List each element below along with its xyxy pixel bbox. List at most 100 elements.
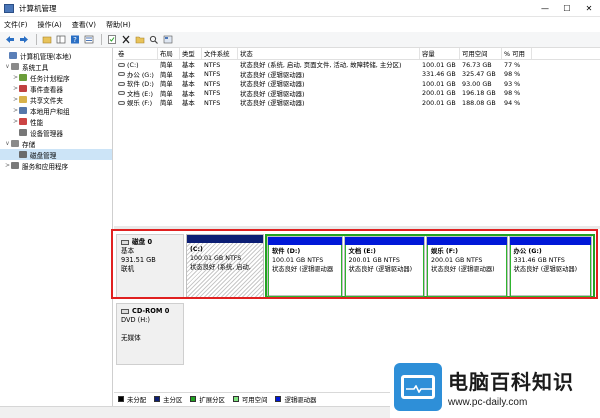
show-tree-icon[interactable] xyxy=(55,34,66,45)
column-header-type[interactable]: 类型 xyxy=(180,48,202,59)
partition-status: 状态良好 (逻辑驱动器) xyxy=(348,266,413,273)
help-icon[interactable]: ? xyxy=(69,34,80,45)
toolbar: ? xyxy=(0,32,600,48)
menu-view[interactable]: 查看(V) xyxy=(72,20,96,30)
partition-name: 文档 (E:) xyxy=(348,248,376,255)
column-header-status[interactable]: 状态 xyxy=(238,48,420,59)
device-manager-icon xyxy=(19,129,27,136)
forward-icon[interactable] xyxy=(18,34,29,45)
column-header-filesystem[interactable]: 文件系统 xyxy=(202,48,238,59)
menu-help[interactable]: 帮助(H) xyxy=(106,20,131,30)
column-header-capacity[interactable]: 容量 xyxy=(420,48,460,59)
disk-0-label[interactable]: 磁盘 0 基本 931.51 GB 联机 xyxy=(116,234,184,298)
expand-arrow-icon[interactable]: > xyxy=(12,85,19,92)
delete-icon[interactable] xyxy=(120,34,131,45)
expand-arrow-icon[interactable]: > xyxy=(4,162,11,169)
legend-label: 未分配 xyxy=(127,395,147,404)
tree-item-storage[interactable]: ∨ 存储 xyxy=(0,138,112,149)
volume-name: (C:) xyxy=(127,60,139,69)
partition-name: 软件 (D:) xyxy=(272,248,301,255)
table-row[interactable]: 办公 (G:) 简单 基本 NTFS 状态良好 (逻辑驱动器) 331.46 G… xyxy=(116,70,600,80)
up-folder-icon[interactable] xyxy=(41,34,52,45)
cdrom-0-label[interactable]: CD-ROM 0 DVD (H:) 无媒体 xyxy=(116,303,184,365)
capacity-cell: 100.01 GB xyxy=(422,79,456,88)
layout-cell: 简单 xyxy=(160,70,173,79)
expand-arrow-icon[interactable]: > xyxy=(12,74,19,81)
tree-item-event-viewer[interactable]: > 事件查看器 xyxy=(0,83,112,94)
services-icon xyxy=(11,162,19,169)
performance-icon xyxy=(19,118,27,125)
disk-0-partitions: (C:) 100.01 GB NTFS 状态良好 (系统, 启动, 软件 (D:… xyxy=(186,234,596,298)
shared-folder-icon xyxy=(19,96,27,103)
table-row[interactable]: 文档 (E:) 简单 基本 NTFS 状态良好 (逻辑驱动器) 200.01 G… xyxy=(116,89,600,99)
legend-label: 可用空间 xyxy=(241,395,268,404)
tree-item-local-users[interactable]: > 本地用户和组 xyxy=(0,105,112,116)
tree-item-services-apps[interactable]: > 服务和应用程序 xyxy=(0,160,112,171)
properties-icon[interactable] xyxy=(106,34,117,45)
close-button[interactable]: ✕ xyxy=(578,0,600,16)
tree-item-device-manager[interactable]: 设备管理器 xyxy=(0,127,112,138)
status-cell: 状态良好 (逻辑驱动器) xyxy=(240,89,305,98)
refresh-icon[interactable] xyxy=(162,34,173,45)
free-space-cell: 93.00 GB xyxy=(462,79,492,88)
volume-list-header: 卷 布局 类型 文件系统 状态 容量 可用空间 % 可用 xyxy=(116,48,600,60)
expand-arrow-icon[interactable]: > xyxy=(12,118,19,125)
partition-d[interactable]: 软件 (D:) 100.01 GB NTFS 状态良好 (逻辑驱动器 xyxy=(267,236,343,297)
drive-icon xyxy=(118,72,125,77)
collapse-arrow-icon[interactable]: ∨ xyxy=(4,63,11,70)
tree-item-task-scheduler[interactable]: > 任务计划程序 xyxy=(0,72,112,83)
legend-swatch xyxy=(275,396,282,402)
column-header-percent-free[interactable]: % 可用 xyxy=(502,48,532,59)
partition-body: 文档 (E:) 200.01 GB NTFS 状态良好 (逻辑驱动器) xyxy=(344,245,425,297)
extended-partition: 软件 (D:) 100.01 GB NTFS 状态良好 (逻辑驱动器 文档 (E… xyxy=(265,234,595,298)
menu-file[interactable]: 文件(F) xyxy=(4,20,28,30)
column-header-layout[interactable]: 布局 xyxy=(158,48,180,59)
back-icon[interactable] xyxy=(4,34,15,45)
partition-f[interactable]: 娱乐 (F:) 200.01 GB NTFS 状态良好 (逻辑驱动器) xyxy=(426,236,508,297)
drive-icon xyxy=(118,91,125,96)
expand-arrow-icon[interactable]: > xyxy=(12,107,19,114)
column-header-free-space[interactable]: 可用空间 xyxy=(460,48,502,59)
table-row[interactable]: 娱乐 (F:) 简单 基本 NTFS 状态良好 (逻辑驱动器) 200.01 G… xyxy=(116,98,600,108)
filesystem-cell: NTFS xyxy=(204,60,221,69)
type-cell: 基本 xyxy=(182,61,195,70)
table-row[interactable]: (C:) 简单 基本 NTFS 状态良好 (系统, 启动, 页面文件, 活动, … xyxy=(116,60,600,70)
tree-item-performance[interactable]: > 性能 xyxy=(0,116,112,127)
folder-open-icon[interactable] xyxy=(134,34,145,45)
tree-item-label: 磁盘管理 xyxy=(30,151,57,160)
partition-c[interactable]: (C:) 100.01 GB NTFS 状态良好 (系统, 启动, xyxy=(186,234,264,298)
computer-management-icon xyxy=(4,3,14,13)
tree-item-disk-management[interactable]: 磁盘管理 xyxy=(0,149,112,160)
maximize-button[interactable]: ☐ xyxy=(556,0,578,16)
tree-item-label: 系统工具 xyxy=(22,63,49,72)
disk-management-icon xyxy=(19,151,27,158)
partition-size: 200.01 GB NTFS xyxy=(431,257,483,264)
minimize-button[interactable]: — xyxy=(534,0,556,16)
percent-free-cell: 77 % xyxy=(504,60,521,69)
tree-item-system-tools[interactable]: ∨ 系统工具 xyxy=(0,61,112,72)
partition-g[interactable]: 办公 (G:) 331.46 GB NTFS 状态良好 (逻辑驱动器) xyxy=(508,236,593,297)
capacity-cell: 200.01 GB xyxy=(422,98,456,107)
volume-name: 文档 (E:) xyxy=(127,89,153,98)
magnify-icon[interactable] xyxy=(148,34,159,45)
disk-size: 931.51 GB xyxy=(121,256,156,264)
expand-arrow-icon[interactable]: > xyxy=(12,96,19,103)
table-row[interactable]: 软件 (D:) 简单 基本 NTFS 状态良好 (逻辑驱动器) 100.01 G… xyxy=(116,79,600,89)
volume-name: 娱乐 (F:) xyxy=(127,99,153,108)
view-icon[interactable] xyxy=(83,34,94,45)
partition-e[interactable]: 文档 (E:) 200.01 GB NTFS 状态良好 (逻辑驱动器) xyxy=(343,236,426,297)
layout-cell: 简单 xyxy=(160,99,173,108)
legend-item-unallocated: 未分配 xyxy=(118,395,146,404)
menu-action[interactable]: 操作(A) xyxy=(38,20,62,30)
tree-item-shared-folders[interactable]: > 共享文件夹 xyxy=(0,94,112,105)
tree-item-computer-management[interactable]: 计算机管理(本地) xyxy=(0,50,112,61)
task-scheduler-icon xyxy=(19,74,27,81)
column-header-volume[interactable]: 卷 xyxy=(116,48,158,59)
legend-item-free-space: 可用空间 xyxy=(232,395,268,404)
monitor-icon xyxy=(401,375,435,399)
volume-cell: 文档 (E:) xyxy=(116,89,158,98)
volume-list: 卷 布局 类型 文件系统 状态 容量 可用空间 % 可用 (C:) 简单 基本 … xyxy=(116,48,600,108)
cdrom-type: DVD (H:) xyxy=(121,316,150,324)
collapse-arrow-icon[interactable]: ∨ xyxy=(4,140,11,147)
